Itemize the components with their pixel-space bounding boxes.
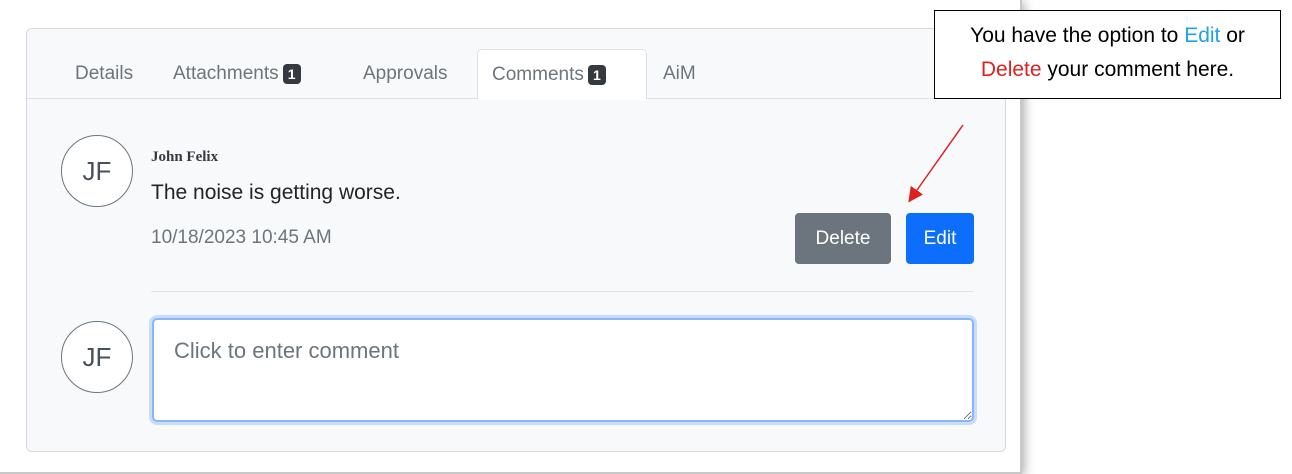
- comment-timestamp: 10/18/2023 10:45 AM: [151, 227, 332, 248]
- callout-edit-word: Edit: [1184, 24, 1221, 47]
- edit-button[interactable]: Edit: [906, 213, 974, 264]
- comment-text: The noise is getting worse.: [151, 181, 401, 204]
- tab-comments[interactable]: Comments 1: [477, 49, 647, 100]
- callout-text: or: [1220, 24, 1245, 47]
- tab-label: Approvals: [363, 63, 448, 84]
- annotation-callout: You have the option to Edit or Delete yo…: [934, 10, 1281, 99]
- avatar: JF: [61, 321, 133, 393]
- tab-label: Attachments: [173, 63, 279, 84]
- delete-button[interactable]: Delete: [795, 213, 891, 264]
- callout-text: You have the option to: [970, 24, 1185, 47]
- tab-details[interactable]: Details: [61, 49, 147, 99]
- attachments-count-badge: 1: [282, 64, 301, 84]
- tab-label: Comments: [492, 63, 584, 85]
- tab-bar: Details Attachments 1 Approvals Comments…: [27, 29, 1005, 100]
- tab-attachments[interactable]: Attachments 1: [159, 49, 315, 99]
- tab-label: Details: [75, 63, 134, 84]
- comments-count-badge: 1: [587, 64, 606, 85]
- tab-aim[interactable]: AiM: [649, 49, 710, 99]
- avatar: JF: [61, 135, 133, 207]
- tab-approvals[interactable]: Approvals: [349, 49, 462, 99]
- comment-author: John Felix: [151, 149, 219, 165]
- callout-text: your comment here.: [1041, 58, 1235, 81]
- work-order-card: Details Attachments 1 Approvals Comments…: [26, 28, 1006, 452]
- screenshot-frame: Details Attachments 1 Approvals Comments…: [0, 0, 1022, 474]
- tab-label: AiM: [663, 63, 696, 84]
- comment-input[interactable]: [152, 318, 974, 422]
- callout-delete-word: Delete: [980, 58, 1042, 81]
- divider: [151, 291, 973, 292]
